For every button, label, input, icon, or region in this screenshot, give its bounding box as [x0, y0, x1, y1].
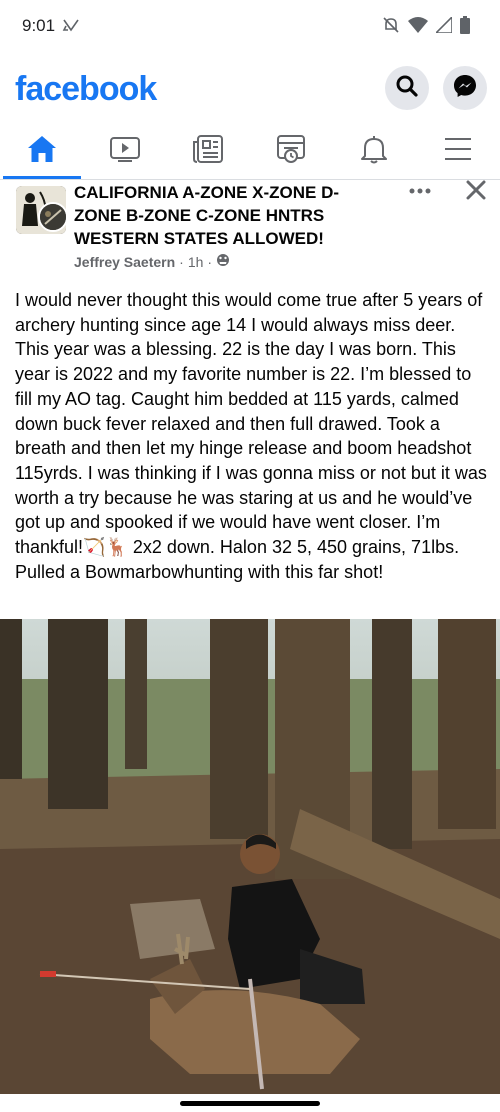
search-icon [395, 74, 419, 103]
post-options-button[interactable] [404, 180, 436, 200]
status-icons [382, 15, 470, 39]
active-tab-indicator [3, 176, 81, 179]
signal-icon [434, 15, 453, 38]
tab-watch[interactable] [83, 124, 167, 178]
home-indicator[interactable] [180, 1101, 320, 1106]
status-bar: 9:01 [0, 0, 500, 54]
post-meta: Jeffrey Saetern · 1h · [74, 253, 230, 270]
app-header: facebook [0, 58, 500, 122]
post-photo[interactable] [0, 619, 500, 1094]
tab-marketplace[interactable] [249, 124, 333, 178]
hamburger-icon [443, 136, 473, 167]
tab-home[interactable] [0, 124, 84, 178]
news-feed-icon [192, 134, 224, 169]
bell-icon [359, 134, 389, 169]
search-button[interactable] [385, 66, 429, 110]
facebook-logo[interactable]: facebook [15, 70, 157, 109]
video-icon [109, 135, 141, 168]
messenger-icon [452, 73, 478, 104]
hide-post-button[interactable] [462, 180, 490, 204]
tab-notifications[interactable] [332, 124, 416, 178]
battery-icon [460, 16, 470, 39]
tab-news[interactable] [166, 124, 250, 178]
wifi-icon [408, 17, 428, 38]
meta-separator: · [179, 253, 184, 270]
status-time: 9:01 [22, 16, 56, 35]
post-time[interactable]: 1h [188, 254, 204, 270]
marketplace-icon [275, 134, 307, 169]
post-author[interactable]: Jeffrey Saetern [74, 254, 175, 270]
more-dots-icon [409, 181, 431, 199]
close-icon [466, 180, 486, 205]
post-header: CALIFORNIA A-ZONE X-ZONE D-ZONE B-ZONE C… [0, 180, 500, 280]
bell-muted-icon [382, 16, 400, 39]
meta-separator-2: · [207, 253, 213, 270]
main-tab-bar [0, 124, 500, 180]
photo-image [0, 619, 500, 1094]
author-avatar[interactable] [38, 202, 68, 232]
home-icon [26, 134, 58, 169]
wifi-calling-icon [62, 17, 80, 38]
group-name[interactable]: CALIFORNIA A-ZONE X-ZONE D-ZONE B-ZONE C… [74, 181, 374, 250]
post-text: I would never thought this would come tr… [15, 290, 487, 582]
messenger-button[interactable] [443, 66, 487, 110]
privacy-globe-icon [216, 253, 230, 270]
tab-menu[interactable] [416, 124, 500, 178]
